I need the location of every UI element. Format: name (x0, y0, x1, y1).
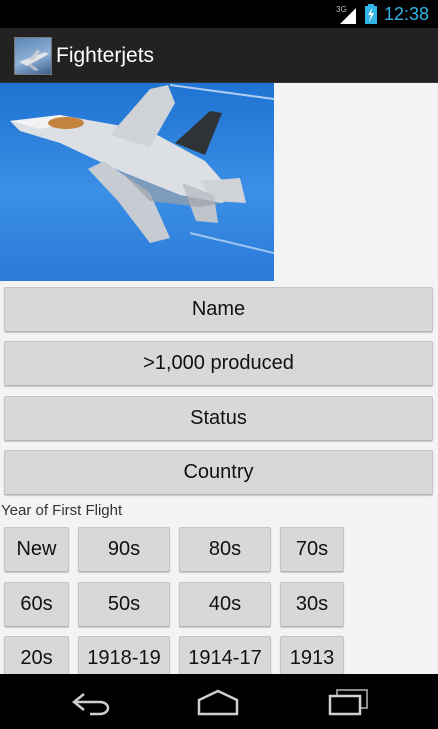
clock: 12:38 (384, 4, 430, 24)
status-bar: 3G 12:38 (0, 0, 438, 28)
year-80s-button[interactable]: 80s (179, 527, 271, 572)
filter-status-button[interactable]: Status (4, 396, 433, 441)
year-30s-button[interactable]: 30s (280, 582, 344, 627)
back-icon[interactable] (70, 688, 112, 716)
app-title: Fighterjets (56, 44, 155, 67)
home-icon[interactable] (196, 688, 240, 716)
year-1913-button[interactable]: 1913 (280, 636, 344, 674)
year-70s-button[interactable]: 70s (280, 527, 344, 572)
signal-3g-icon: 3G (336, 5, 356, 24)
year-new-button[interactable]: New (4, 527, 69, 572)
filter-country-button[interactable]: Country (4, 450, 433, 495)
year-1918-19-button[interactable]: 1918-19 (78, 636, 170, 674)
main-content: Name >1,000 produced Status Country Year… (0, 83, 438, 674)
year-section-label: Year of First Flight (1, 502, 123, 519)
year-20s-button[interactable]: 20s (4, 636, 69, 674)
year-40s-button[interactable]: 40s (179, 582, 271, 627)
year-1914-17-button[interactable]: 1914-17 (179, 636, 271, 674)
network-type-label: 3G (336, 5, 347, 14)
year-50s-button[interactable]: 50s (78, 582, 170, 627)
recent-apps-icon[interactable] (327, 688, 369, 716)
action-bar: Fighterjets (0, 28, 438, 83)
battery-charging-icon (365, 4, 377, 24)
year-60s-button[interactable]: 60s (4, 582, 69, 627)
jet-thumbnail-icon[interactable] (14, 37, 52, 75)
filter-produced-button[interactable]: >1,000 produced (4, 341, 433, 386)
navigation-bar (0, 674, 438, 729)
fighter-jet-image (0, 83, 274, 281)
filter-name-button[interactable]: Name (4, 287, 433, 332)
year-90s-button[interactable]: 90s (78, 527, 170, 572)
